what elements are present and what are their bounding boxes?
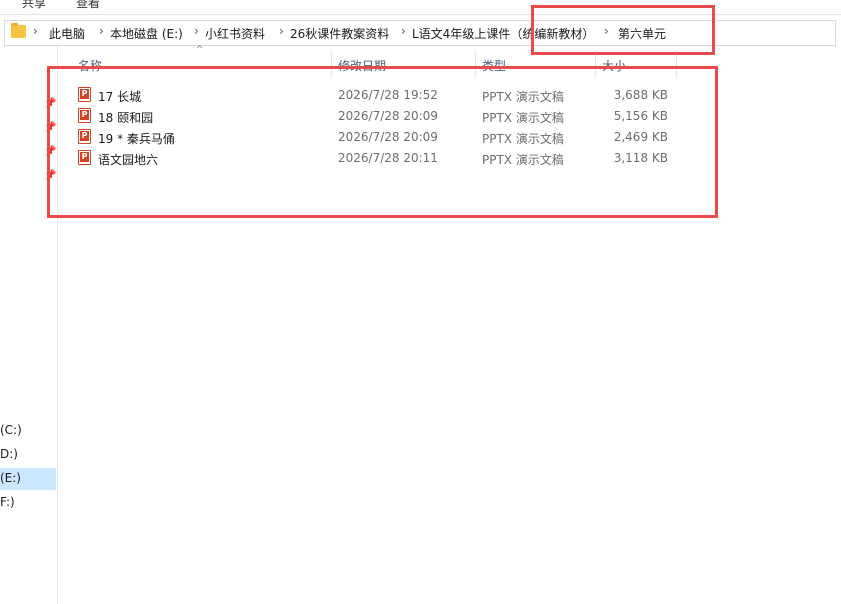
tab-share[interactable]: 共享 <box>22 0 46 11</box>
breadcrumb-separator[interactable]: › <box>401 24 406 38</box>
nav-drive-c[interactable]: (C:) <box>0 420 56 442</box>
breadcrumb-separator[interactable]: › <box>33 24 38 38</box>
breadcrumb-separator[interactable]: › <box>99 24 104 38</box>
folder-icon <box>11 23 26 38</box>
highlight-box-file-list <box>47 66 718 218</box>
breadcrumb-folder-2[interactable]: 26秋课件教案资料 <box>290 25 389 42</box>
nav-drive-d[interactable]: D:) <box>0 444 56 466</box>
tab-view[interactable]: 查看 <box>76 0 100 11</box>
highlight-box-current-folder <box>531 5 715 55</box>
breadcrumb-folder-1[interactable]: 小红书资料 <box>205 25 265 42</box>
breadcrumb-this-pc[interactable]: 此电脑 <box>49 25 85 42</box>
nav-drive-f[interactable]: F:) <box>0 492 56 514</box>
breadcrumb-separator[interactable]: › <box>279 24 284 38</box>
breadcrumb-separator[interactable]: › <box>194 24 199 38</box>
nav-drive-e[interactable]: (E:) <box>0 468 56 490</box>
breadcrumb-drive-e[interactable]: 本地磁盘 (E:) <box>110 25 183 42</box>
